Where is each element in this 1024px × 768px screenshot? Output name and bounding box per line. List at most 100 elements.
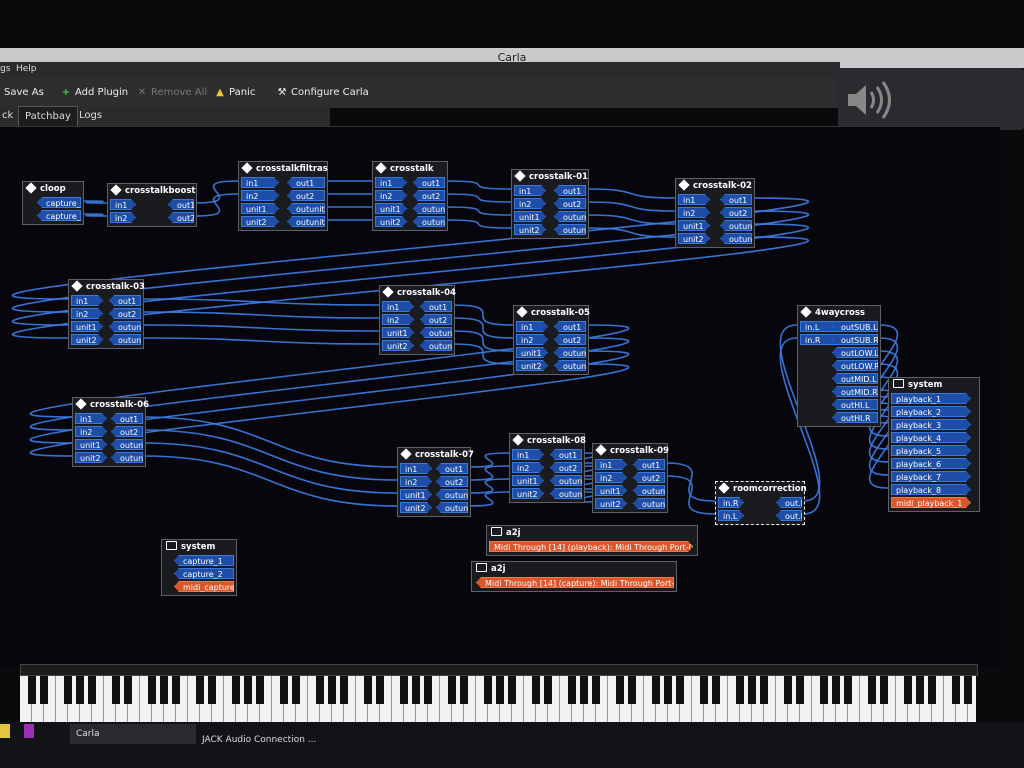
piano-keyboard[interactable] bbox=[20, 676, 976, 722]
plugin-box-title[interactable]: 4waycross bbox=[798, 306, 880, 320]
menu-help[interactable]: Help bbox=[16, 64, 37, 74]
connection-wire[interactable] bbox=[452, 343, 514, 365]
output-port[interactable]: out2 bbox=[111, 426, 143, 437]
input-port[interactable]: unit2 bbox=[75, 452, 107, 463]
output-port[interactable]: outunit2 bbox=[554, 224, 586, 235]
output-port[interactable]: out1 bbox=[554, 321, 586, 332]
piano-black-key[interactable] bbox=[652, 676, 660, 704]
output-port[interactable]: out2 bbox=[413, 190, 445, 201]
output-port[interactable]: out2 bbox=[554, 334, 586, 345]
patchbay-canvas[interactable]: cloop capture_1 capture_2 crosstalkboost in1… bbox=[0, 126, 1000, 667]
piano-black-key[interactable] bbox=[676, 676, 684, 704]
piano-black-key[interactable] bbox=[484, 676, 492, 704]
output-port[interactable]: out1 bbox=[168, 199, 194, 210]
piano-black-key[interactable] bbox=[208, 676, 216, 704]
plugin-box-roomcorrection[interactable]: roomcorrection in.R in.L out.R out.L bbox=[715, 481, 807, 525]
connection-wire[interactable] bbox=[194, 193, 239, 217]
plugin-box-crosstalk-09[interactable]: crosstalk-09 in1 in2 unit1 unit2 out1 out2 outu… bbox=[592, 443, 669, 513]
output-port[interactable]: out1 bbox=[413, 177, 445, 188]
input-port[interactable]: in1 bbox=[241, 177, 279, 188]
workspace-icon[interactable] bbox=[0, 724, 10, 738]
output-port[interactable]: Midi Through [14] (capture): Midi Throug… bbox=[476, 577, 674, 588]
output-port[interactable]: outunit1 bbox=[554, 211, 586, 222]
connection-wire[interactable] bbox=[81, 213, 108, 217]
output-port[interactable]: out2 bbox=[109, 308, 141, 319]
connection-wire[interactable] bbox=[586, 201, 676, 212]
tab-logs[interactable]: Logs bbox=[73, 106, 108, 126]
input-port[interactable]: playback_4 bbox=[891, 432, 971, 443]
connection-wire[interactable] bbox=[143, 416, 398, 468]
output-port[interactable]: out1 bbox=[633, 459, 665, 470]
piano-black-key[interactable] bbox=[364, 676, 372, 704]
piano-black-key[interactable] bbox=[928, 676, 936, 704]
piano-black-key[interactable] bbox=[820, 676, 828, 704]
piano-black-key[interactable] bbox=[568, 676, 576, 704]
piano-black-key[interactable] bbox=[244, 676, 252, 704]
piano-black-key[interactable] bbox=[592, 676, 600, 704]
output-port[interactable]: outunit2 bbox=[287, 216, 325, 227]
output-port[interactable]: outMID.L bbox=[832, 373, 878, 384]
piano-black-key[interactable] bbox=[544, 676, 552, 704]
output-port[interactable]: outunit2 bbox=[111, 452, 143, 463]
plugin-box-title[interactable]: crosstalk-09 bbox=[593, 444, 669, 458]
plugin-box-title[interactable]: system bbox=[162, 540, 236, 554]
piano-black-key[interactable] bbox=[232, 676, 240, 704]
input-port[interactable]: playback_5 bbox=[891, 445, 971, 456]
output-port[interactable]: outunit1 bbox=[420, 327, 452, 338]
output-port[interactable]: outunit2 bbox=[554, 360, 586, 371]
piano-black-key[interactable] bbox=[796, 676, 804, 704]
input-port[interactable]: in2 bbox=[382, 314, 414, 325]
plugin-box-crosstalkboost[interactable]: crosstalkboost in1 in2 out1 out2 bbox=[107, 183, 197, 227]
connection-wire[interactable] bbox=[468, 452, 510, 468]
piano-black-key[interactable] bbox=[748, 676, 756, 704]
input-port[interactable]: in2 bbox=[400, 476, 432, 487]
plugin-box-a2j-playback[interactable]: a2j Midi Through [14] (playback): Midi Th… bbox=[486, 525, 698, 556]
plugin-box-crosstalk-03[interactable]: crosstalk-03 in1 in2 unit1 unit2 out1 out2 outu… bbox=[68, 279, 145, 349]
input-port[interactable]: in2 bbox=[512, 462, 544, 473]
piano-black-key[interactable] bbox=[292, 676, 300, 704]
output-port[interactable]: outunit2 bbox=[550, 488, 582, 499]
piano-black-key[interactable] bbox=[712, 676, 720, 704]
piano-black-key[interactable] bbox=[316, 676, 324, 704]
output-port[interactable]: outunit2 bbox=[633, 498, 665, 509]
plugin-box-title[interactable]: cloop bbox=[23, 182, 83, 196]
output-port[interactable]: out1 bbox=[420, 301, 452, 312]
connection-wire[interactable] bbox=[586, 188, 676, 199]
plugin-box-title[interactable]: crosstalkfiltras bbox=[239, 162, 328, 176]
save-as-button[interactable]: Save As bbox=[4, 87, 44, 98]
connection-wire[interactable] bbox=[468, 491, 510, 507]
piano-black-key[interactable] bbox=[508, 676, 516, 704]
piano-black-key[interactable] bbox=[172, 676, 180, 704]
connection-wire[interactable] bbox=[445, 180, 512, 190]
plugin-box-title[interactable]: crosstalk-04 bbox=[380, 286, 456, 300]
input-port[interactable]: in2 bbox=[678, 207, 710, 218]
input-port[interactable]: unit2 bbox=[595, 498, 627, 509]
connection-wire[interactable] bbox=[141, 311, 380, 319]
plugin-box-crosstalk-06[interactable]: crosstalk-06 in1 in2 unit1 unit2 out1 out2 outu… bbox=[72, 397, 149, 467]
input-port[interactable]: in2 bbox=[514, 198, 546, 209]
piano-black-key[interactable] bbox=[880, 676, 888, 704]
output-port[interactable]: outunit2 bbox=[420, 340, 452, 351]
output-port[interactable]: capture_2 bbox=[37, 210, 81, 221]
input-port[interactable]: in1 bbox=[512, 449, 544, 460]
piano-black-key[interactable] bbox=[868, 676, 876, 704]
plugin-box-cloop[interactable]: cloop capture_1 capture_2 bbox=[22, 181, 84, 225]
connection-wire[interactable] bbox=[452, 330, 514, 352]
panic-button[interactable]: ▲ Panic bbox=[214, 87, 255, 98]
piano-black-key[interactable] bbox=[832, 676, 840, 704]
input-port[interactable]: in.R bbox=[718, 497, 744, 508]
input-port[interactable]: in2 bbox=[71, 308, 103, 319]
piano-black-key[interactable] bbox=[736, 676, 744, 704]
input-port[interactable]: unit2 bbox=[71, 334, 103, 345]
input-port[interactable]: in1 bbox=[75, 413, 107, 424]
input-port[interactable]: in1 bbox=[400, 463, 432, 474]
piano-black-key[interactable] bbox=[700, 676, 708, 704]
piano-black-key[interactable] bbox=[844, 676, 852, 704]
input-port[interactable]: in1 bbox=[514, 185, 546, 196]
output-port[interactable]: outunit1 bbox=[436, 489, 468, 500]
piano-black-key[interactable] bbox=[580, 676, 588, 704]
input-port[interactable]: in1 bbox=[595, 459, 627, 470]
output-port[interactable]: out2 bbox=[554, 198, 586, 209]
plugin-box-crosstalk-04[interactable]: crosstalk-04 in1 in2 unit1 unit2 out1 out2 outu… bbox=[379, 285, 456, 355]
input-port[interactable]: playback_1 bbox=[891, 393, 971, 404]
